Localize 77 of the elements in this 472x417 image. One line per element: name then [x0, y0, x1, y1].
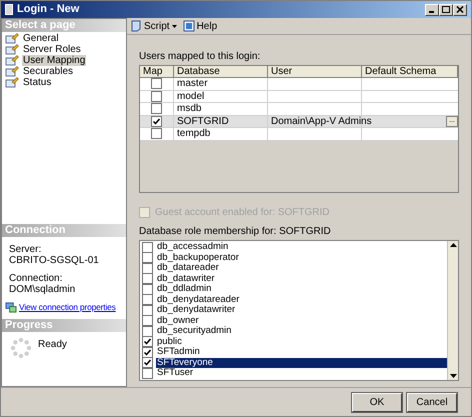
- page-item[interactable]: Securables: [2, 66, 126, 77]
- role-item[interactable]: db_denydatareader: [156, 294, 447, 305]
- checkbox[interactable]: [151, 116, 162, 127]
- page-wrench-icon: [5, 33, 19, 44]
- role-item[interactable]: db_datawriter: [156, 274, 447, 284]
- section-header: Progress: [2, 319, 126, 332]
- checkbox[interactable]: [151, 90, 162, 102]
- role-membership-label: Database role membership for: SOFTGRID: [139, 226, 332, 238]
- role-item[interactable]: db_denydatawriter: [156, 305, 447, 316]
- page-wrench-icon: [5, 77, 19, 88]
- role-item[interactable]: db_backupoperator: [156, 252, 447, 263]
- checkbox[interactable]: [142, 304, 153, 316]
- page-wrench-icon: [5, 55, 19, 66]
- scroll-down-icon[interactable]: [450, 374, 456, 378]
- page-item[interactable]: General: [2, 33, 126, 44]
- database-cell: SOFTGRID: [174, 116, 268, 127]
- connection-properties-link[interactable]: View connection properties: [19, 302, 116, 313]
- caret-icon: [172, 24, 177, 28]
- checkbox[interactable]: [142, 336, 153, 348]
- checkbox[interactable]: [151, 128, 162, 140]
- checkbox[interactable]: [142, 242, 153, 253]
- dialog-button[interactable]: Cancel: [407, 392, 457, 412]
- checkbox[interactable]: [142, 262, 153, 274]
- database-cell: msdb: [174, 103, 268, 114]
- checkbox[interactable]: [142, 368, 153, 379]
- checkbox[interactable]: [142, 284, 153, 295]
- role-item[interactable]: SFTeveryone: [156, 358, 447, 368]
- user-cell: Domain\App-V Admins: [271, 116, 372, 126]
- database-cell: model: [174, 90, 268, 102]
- page-item[interactable]: Status: [2, 77, 126, 88]
- network-icon: [5, 302, 17, 313]
- role-item[interactable]: SFTadmin: [156, 347, 447, 358]
- script-button[interactable]: Script: [130, 18, 177, 34]
- role-item[interactable]: db_owner: [156, 316, 447, 326]
- checkbox[interactable]: [151, 78, 162, 90]
- checkmark-icon: [153, 118, 160, 125]
- grid-row[interactable]: model: [140, 90, 458, 103]
- progress-status: Ready: [38, 338, 67, 352]
- page-wrench-icon: [5, 44, 19, 55]
- section-header: Select a page: [2, 19, 126, 32]
- role-item[interactable]: db_securityadmin: [156, 326, 447, 336]
- server-name: CBRITO-SGSQL-01: [9, 255, 100, 266]
- checkbox[interactable]: [142, 357, 153, 368]
- scrollbar[interactable]: [447, 241, 458, 380]
- maximize-icon[interactable]: [439, 4, 453, 16]
- checkbox[interactable]: [151, 103, 162, 114]
- page-item[interactable]: Server Roles: [2, 44, 126, 55]
- grid-row[interactable]: master: [140, 78, 458, 90]
- progress-spinner-icon: [10, 337, 32, 359]
- database-cell: master: [174, 78, 268, 90]
- checkbox[interactable]: [142, 252, 153, 264]
- role-item[interactable]: public: [156, 336, 447, 347]
- role-item[interactable]: db_accessadmin: [156, 242, 447, 252]
- checkbox[interactable]: [142, 273, 153, 284]
- scroll-up-icon[interactable]: [450, 243, 456, 247]
- users-mapped-label: Users mapped to this login:: [139, 51, 262, 63]
- database-cell: tempdb: [174, 128, 268, 140]
- checkbox[interactable]: [142, 294, 153, 306]
- server-label: Server:: [9, 244, 42, 255]
- checkbox[interactable]: [142, 326, 153, 337]
- minimize-icon[interactable]: [425, 4, 439, 16]
- close-icon[interactable]: [453, 4, 467, 16]
- page-wrench-icon: [5, 66, 19, 77]
- dialog-button[interactable]: OK: [352, 392, 402, 412]
- connection-label: Connection:: [9, 273, 64, 284]
- window-icon: [5, 4, 13, 15]
- role-item[interactable]: db_ddladmin: [156, 284, 447, 294]
- role-item[interactable]: db_datareader: [156, 263, 447, 274]
- grid-row[interactable]: msdb: [140, 103, 458, 116]
- grid-row[interactable]: tempdb: [140, 128, 458, 140]
- role-item[interactable]: SFTuser: [156, 368, 447, 378]
- checkbox[interactable]: [142, 315, 153, 326]
- connection-name: DOM\sqladmin: [9, 284, 76, 295]
- section-header: Connection: [2, 224, 126, 237]
- help-button[interactable]: Help: [182, 18, 218, 34]
- checkbox[interactable]: [142, 346, 153, 358]
- window-title: Login - New: [17, 2, 80, 18]
